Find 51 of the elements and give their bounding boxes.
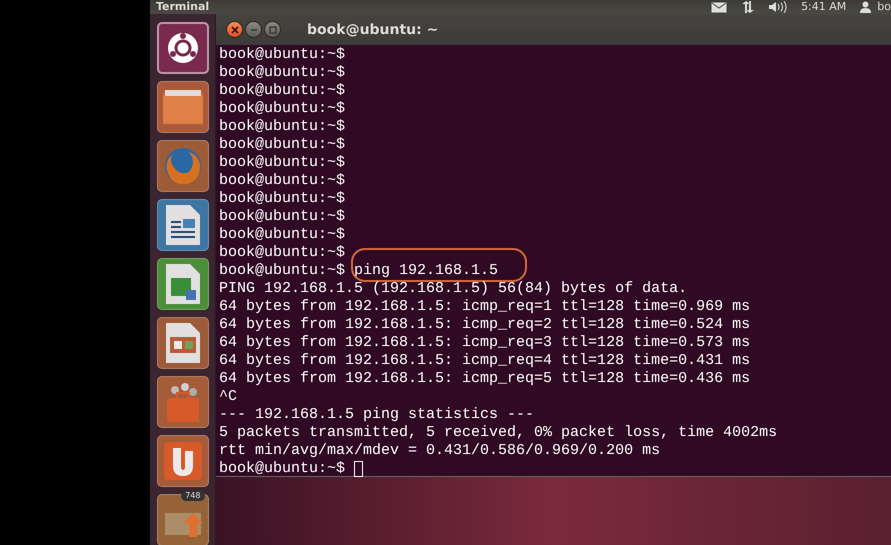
- clock[interactable]: 5:41 AM: [801, 1, 846, 13]
- maximize-icon: [268, 26, 276, 34]
- output-line: 64 bytes from 192.168.1.5: icmp_req=3 ttl=128 time=0.573 ms: [219, 334, 750, 352]
- close-button[interactable]: [226, 21, 243, 38]
- mail-icon[interactable]: [711, 2, 728, 12]
- volume-icon[interactable]: [769, 1, 788, 13]
- globe-icon: [162, 146, 202, 186]
- maximize-button[interactable]: [264, 21, 281, 38]
- shell-prompt: book@ubuntu:~$: [219, 154, 346, 172]
- launcher-button[interactable]: [156, 435, 208, 487]
- output-line: ^C: [219, 388, 238, 406]
- network-arrows-icon[interactable]: [741, 1, 756, 13]
- shell-prompt: book@ubuntu:~$: [219, 82, 346, 100]
- launcher-button[interactable]: [156, 199, 208, 251]
- user-name[interactable]: bo: [877, 1, 891, 13]
- output-line: rtt min/avg/max/mdev = 0.431/0.586/0.969/0.200 ms: [219, 442, 660, 460]
- output-line: 64 bytes from 192.168.1.5: icmp_req=1 ttl=128 time=0.969 ms: [219, 298, 750, 316]
- output-line: --- 192.168.1.5 ping statistics ---: [219, 406, 534, 424]
- shell-prompt: book@ubuntu:~$: [219, 64, 346, 82]
- shell-prompt: book@ubuntu:~$: [219, 46, 346, 64]
- shell-prompt: book@ubuntu:~$: [219, 460, 346, 478]
- output-line: 64 bytes from 192.168.1.5: icmp_req=4 ttl=128 time=0.431 ms: [219, 352, 750, 370]
- shell-prompt: book@ubuntu:~$: [219, 208, 346, 226]
- window-title: book@ubuntu: ~: [307, 22, 438, 38]
- folder-icon: [162, 90, 202, 124]
- shell-prompt: book@ubuntu:~$: [219, 118, 346, 136]
- output-line: 64 bytes from 192.168.1.5: icmp_req=5 ttl=128 time=0.436 ms: [219, 370, 750, 388]
- shell-prompt: book@ubuntu:~$: [219, 226, 346, 244]
- shell-prompt: book@ubuntu:~$: [219, 172, 346, 190]
- output-line: 64 bytes from 192.168.1.5: icmp_req=2 ttl=128 time=0.524 ms: [219, 316, 750, 334]
- document-icon: [166, 205, 200, 245]
- shell-prompt: book@ubuntu:~$: [219, 190, 346, 208]
- app-name: Terminal: [156, 1, 210, 13]
- close-icon: [230, 26, 238, 34]
- output-line: 5 packets transmitted, 5 received, 0% packet loss, time 4002ms: [219, 424, 778, 442]
- letter-u-icon: [164, 442, 202, 480]
- launcher-button[interactable]: [156, 317, 208, 369]
- minimize-button[interactable]: [245, 21, 262, 38]
- launcher-button[interactable]: 748: [156, 494, 208, 545]
- shell-prompt: book@ubuntu:~$: [219, 244, 346, 262]
- update-count-badge: 748: [181, 491, 204, 501]
- document-icon: [166, 323, 200, 363]
- terminal-area[interactable]: [216, 45, 891, 477]
- output-line: PING 192.168.1.5 (192.168.1.5) 56(84) bytes of data.: [219, 280, 688, 298]
- document-icon: [166, 264, 200, 304]
- shell-prompt: book@ubuntu:~$: [219, 262, 346, 280]
- typed-command: ping 192.168.1.5: [354, 262, 498, 280]
- user-icon[interactable]: [860, 1, 872, 13]
- shell-prompt: book@ubuntu:~$: [219, 100, 346, 118]
- launcher-button[interactable]: [156, 22, 208, 74]
- shell-prompt: book@ubuntu:~$: [219, 136, 346, 154]
